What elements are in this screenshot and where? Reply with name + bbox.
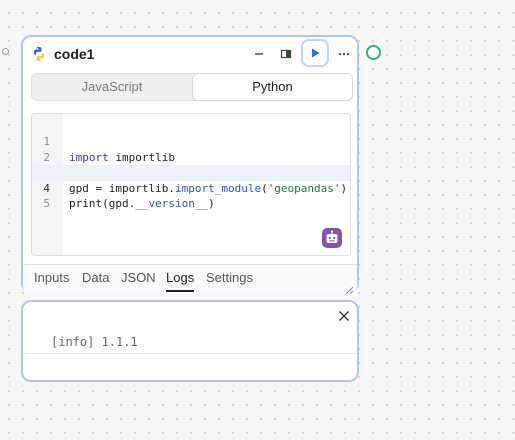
- output-handle[interactable]: [366, 45, 381, 60]
- code-line-1[interactable]: 1 import importlib: [32, 119, 350, 163]
- line-number: 5: [43, 196, 50, 210]
- split-view-icon: [280, 49, 292, 59]
- tab-inputs[interactable]: Inputs: [34, 270, 69, 290]
- code-node: code1 JavaScript Python 1 import importl…: [21, 35, 359, 295]
- log-entry: [info] 1.1.1: [51, 335, 138, 349]
- split-view-button[interactable]: [274, 42, 298, 66]
- node-tabs: Inputs Data JSON Logs Settings: [23, 264, 357, 295]
- language-option-javascript[interactable]: JavaScript: [32, 74, 192, 100]
- python-icon: [31, 46, 47, 62]
- code-content[interactable]: 1 import importlib 2 3 gpd = importlib.i…: [32, 119, 350, 210]
- code-token: __version__: [135, 196, 209, 210]
- minimize-icon: [255, 53, 263, 55]
- code-line-2[interactable]: 2: [32, 134, 350, 164]
- resize-handle-icon[interactable]: [345, 282, 354, 295]
- logs-panel: [info] 1.1.1: [21, 300, 359, 382]
- log-divider: [23, 353, 357, 354]
- language-option-python[interactable]: Python: [192, 73, 353, 101]
- code-line-3[interactable]: 3 gpd = importlib.import_module('geopand…: [32, 150, 350, 194]
- ai-assistant-button[interactable]: [322, 228, 342, 248]
- code-token: ): [208, 196, 215, 210]
- code-editor[interactable]: 1 import importlib 2 3 gpd = importlib.i…: [31, 113, 351, 256]
- close-logs-button[interactable]: [336, 308, 352, 324]
- tab-logs[interactable]: Logs: [166, 270, 195, 292]
- more-icon: [338, 52, 350, 56]
- code-line-5[interactable]: 5: [32, 181, 350, 210]
- run-button[interactable]: [301, 39, 329, 67]
- minimize-button[interactable]: [247, 42, 271, 66]
- more-button[interactable]: [332, 42, 356, 66]
- tab-settings[interactable]: Settings: [206, 270, 253, 290]
- run-icon: [312, 48, 320, 58]
- ai-assistant-icon: [326, 230, 338, 243]
- node-title: code1: [54, 46, 95, 62]
- close-icon: [339, 311, 349, 321]
- node-header: code1: [23, 37, 357, 71]
- language-toggle: JavaScript Python: [31, 73, 353, 101]
- input-handle[interactable]: [2, 48, 9, 55]
- code-line-4[interactable]: 4 print(gpd.__version__): [32, 165, 350, 210]
- tab-json[interactable]: JSON: [121, 270, 156, 290]
- tab-data[interactable]: Data: [82, 270, 109, 290]
